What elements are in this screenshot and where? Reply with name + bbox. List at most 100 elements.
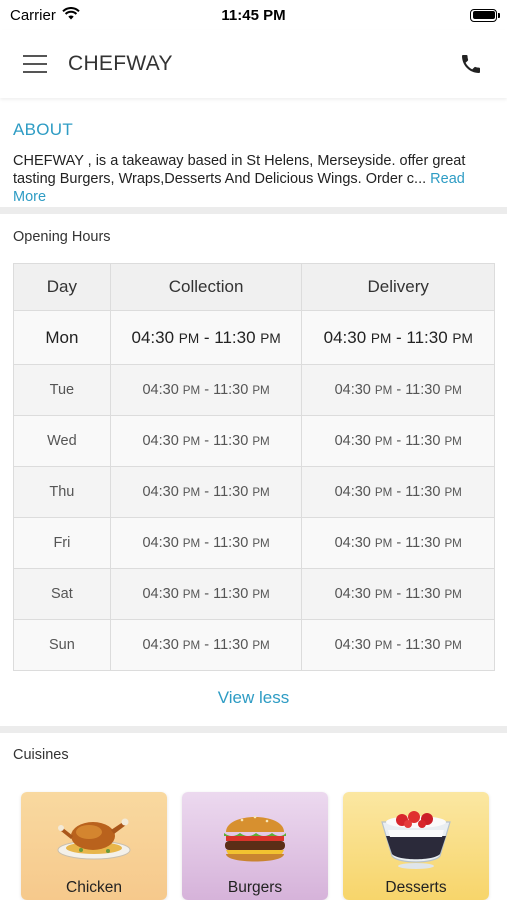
about-title: ABOUT: [13, 120, 74, 139]
delivery-hours-cell: 04:30 PM - 11:30 PM: [301, 568, 495, 620]
delivery-hours-cell: 04:30 PM - 11:30 PM: [301, 517, 495, 569]
day-cell: Mon: [13, 310, 111, 365]
table-row: Wed 04:30 PM - 11:30 PM 04:30 PM - 11:30 P…: [13, 415, 495, 467]
table-row: Mon 04:30 PM - 11:30 PM 04:30 PM - 11:30 P…: [13, 310, 495, 365]
app-bar: CHEFWAY: [0, 30, 507, 98]
collection-to: 11:30: [213, 535, 249, 551]
delivery-to: 11:30: [405, 484, 441, 500]
delivery-to-period: PM: [444, 588, 462, 601]
delivery-to-period: PM: [444, 384, 462, 397]
collection-from-period: PM: [182, 435, 201, 448]
wifi-icon: [62, 6, 80, 24]
collection-from: 04:30: [142, 637, 179, 653]
cuisine-card-desserts[interactable]: Desserts: [343, 792, 489, 900]
delivery-from: 04:30: [334, 637, 371, 653]
header-delivery: Delivery: [301, 263, 495, 311]
collection-hours-cell: 04:30 PM - 11:30 PM: [109, 517, 303, 569]
delivery-to: 11:30: [405, 433, 441, 449]
delivery-hours-cell: 04:30 PM - 11:30 PM: [301, 364, 495, 416]
collection-from-period: PM: [182, 588, 201, 601]
delivery-hours-cell: 04:30 PM - 11:30 PM: [301, 466, 495, 518]
delivery-from-period: PM: [374, 588, 393, 601]
collection-to-period: PM: [252, 639, 270, 652]
day-cell: Tue: [13, 364, 111, 416]
delivery-to: 11:30: [405, 586, 441, 602]
collection-from-period: PM: [178, 330, 200, 346]
delivery-from-period: PM: [374, 537, 393, 550]
collection-to: 11:30: [213, 382, 249, 398]
collection-to: 11:30: [213, 637, 249, 653]
collection-from: 04:30: [131, 327, 175, 347]
collection-from: 04:30: [142, 433, 179, 449]
collection-from-period: PM: [182, 486, 201, 499]
app-title: CHEFWAY: [68, 52, 173, 75]
cuisine-card-chicken[interactable]: Chicken: [21, 792, 167, 900]
hamburger-menu-icon[interactable]: [20, 49, 50, 79]
burger-icon: [224, 815, 286, 862]
day-cell: Sat: [13, 568, 111, 620]
collection-hours-cell: 04:30 PM - 11:30 PM: [109, 364, 303, 416]
dessert-icon: [381, 811, 451, 869]
about-description: CHEFWAY , is a takeaway based in St Hele…: [13, 153, 466, 187]
delivery-from: 04:30: [334, 535, 371, 551]
cuisine-label: Chicken: [66, 879, 122, 896]
collection-from: 04:30: [142, 382, 179, 398]
delivery-from: 04:30: [323, 327, 367, 347]
section-divider: [0, 207, 507, 214]
delivery-to-period: PM: [444, 486, 462, 499]
day-cell: Thu: [13, 466, 111, 518]
status-time: 11:45 PM: [221, 6, 286, 24]
opening-hours-label: Opening Hours: [13, 229, 111, 245]
collection-hours-cell: 04:30 PM - 11:30 PM: [109, 466, 303, 518]
delivery-hours-cell: 04:30 PM - 11:30 PM: [301, 310, 495, 365]
collection-to-period: PM: [252, 486, 270, 499]
about-section: ABOUT CHEFWAY , is a takeaway based in S…: [0, 105, 507, 206]
opening-hours-body: Mon 04:30 PM - 11:30 PM 04:30 PM - 11:30 P…: [13, 310, 495, 671]
delivery-hours-cell: 04:30 PM - 11:30 PM: [301, 415, 495, 467]
collection-from: 04:30: [142, 484, 179, 500]
day-cell: Wed: [13, 415, 111, 467]
delivery-to-period: PM: [452, 330, 473, 346]
table-row: Thu 04:30 PM - 11:30 PM 04:30 PM - 11:30 P…: [13, 466, 495, 518]
status-left: Carrier: [10, 7, 80, 24]
delivery-to-period: PM: [444, 435, 462, 448]
collection-hours-cell: 04:30 PM - 11:30 PM: [109, 568, 303, 620]
collection-to: 11:30: [214, 327, 256, 347]
collection-hours-cell: 04:30 PM - 11:30 PM: [109, 619, 303, 671]
about-text: CHEFWAY , is a takeaway based in St Hele…: [13, 152, 494, 206]
table-header-row: Day Collection Delivery: [13, 263, 495, 311]
delivery-hours-cell: 04:30 PM - 11:30 PM: [301, 619, 495, 671]
delivery-from: 04:30: [334, 484, 371, 500]
table-row: Tue 04:30 PM - 11:30 PM 04:30 PM - 11:30 P…: [13, 364, 495, 416]
delivery-from: 04:30: [334, 433, 371, 449]
phone-call-icon[interactable]: [455, 48, 487, 80]
day-cell: Sun: [13, 619, 111, 671]
collection-from-period: PM: [182, 537, 201, 550]
battery-icon: [470, 8, 500, 22]
cuisine-card-burgers[interactable]: Burgers: [182, 792, 328, 900]
carrier-label: Carrier: [10, 6, 56, 24]
cuisines-label: Cuisines: [13, 747, 69, 763]
delivery-from: 04:30: [334, 382, 371, 398]
table-row: Sat 04:30 PM - 11:30 PM 04:30 PM - 11:30 P…: [13, 568, 495, 620]
collection-from: 04:30: [142, 535, 179, 551]
table-row: Sun 04:30 PM - 11:30 PM 04:30 PM - 11:30 P…: [13, 619, 495, 671]
view-less-link[interactable]: View less: [0, 688, 507, 708]
delivery-from-period: PM: [370, 330, 392, 346]
header-collection: Collection: [109, 263, 303, 311]
delivery-to: 11:30: [405, 637, 441, 653]
collection-hours-cell: 04:30 PM - 11:30 PM: [109, 415, 303, 467]
collection-to-period: PM: [252, 384, 270, 397]
collection-to: 11:30: [213, 586, 249, 602]
header-day: Day: [13, 263, 111, 311]
roast-chicken-icon: [57, 818, 131, 860]
delivery-to-period: PM: [444, 639, 462, 652]
delivery-from-period: PM: [374, 435, 393, 448]
collection-from: 04:30: [142, 586, 179, 602]
opening-hours-table: Day Collection Delivery Mon 04:30 PM - 11…: [13, 263, 495, 671]
collection-to-period: PM: [260, 330, 281, 346]
collection-to: 11:30: [213, 484, 249, 500]
delivery-from-period: PM: [374, 384, 393, 397]
delivery-to: 11:30: [406, 327, 448, 347]
collection-to-period: PM: [252, 435, 270, 448]
